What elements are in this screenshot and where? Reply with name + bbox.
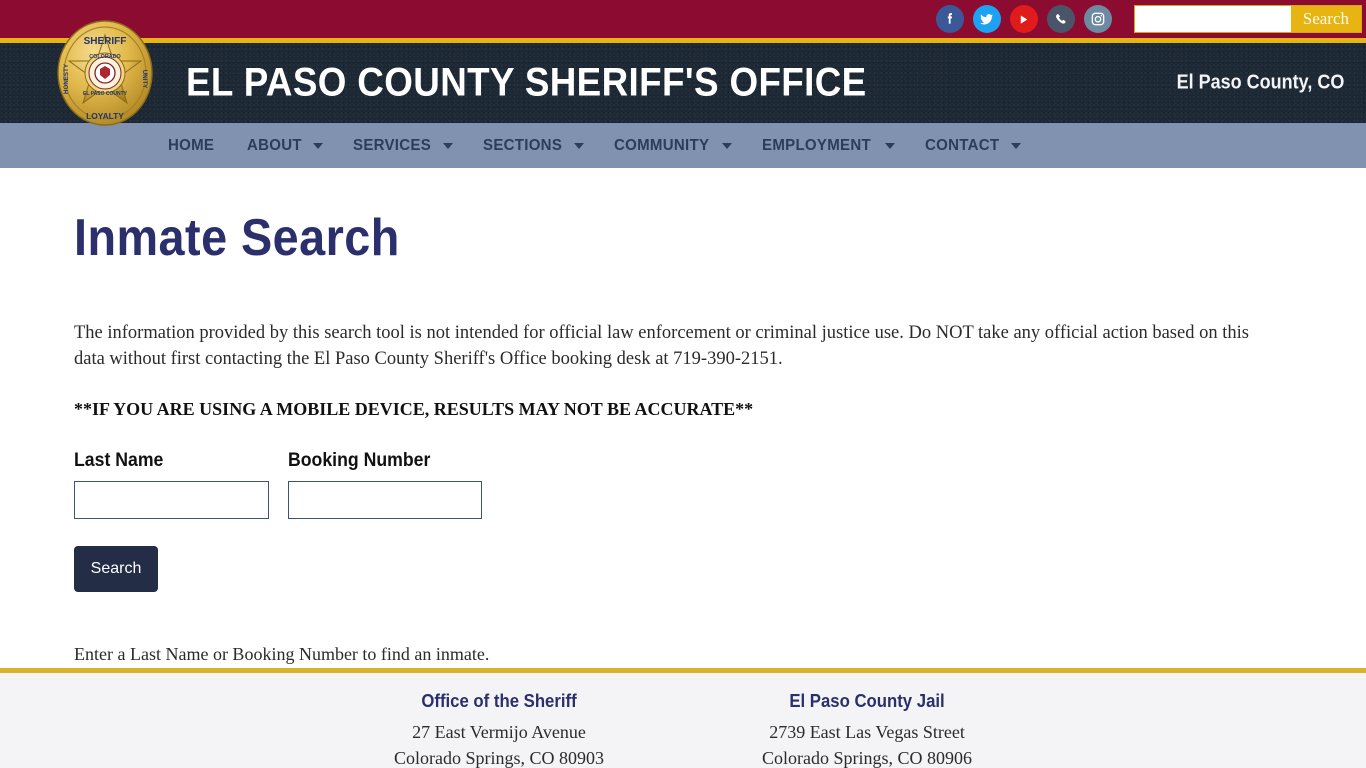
instagram-icon[interactable]: [1083, 5, 1112, 33]
chevron-down-icon: [573, 142, 584, 149]
badge-county-text: EL PASO COUNTY: [83, 91, 128, 97]
nav-label: SERVICES: [352, 136, 431, 154]
nav-label: ABOUT: [247, 136, 303, 154]
site-footer: Office of the Sheriff 27 East Vermijo Av…: [0, 673, 1366, 768]
site-search-input[interactable]: [1134, 6, 1291, 32]
phone-glyph: [1055, 14, 1066, 24]
nav-item-home[interactable]: HOME: [168, 137, 217, 155]
chevron-down-icon: [1011, 142, 1022, 149]
facebook-glyph: [947, 13, 952, 24]
badge-sheriff-text: SHERIFF: [84, 36, 127, 47]
nav-label: EMPLOYMENT: [762, 136, 872, 154]
site-search: Search: [1133, 5, 1362, 33]
instagram-glyph: [1091, 12, 1105, 26]
nav-item-contact[interactable]: CONTACT: [925, 136, 1022, 155]
nav-label: COMMUNITY: [613, 136, 710, 154]
footer-column-county-jail: El Paso County Jail 2739 East Las Vegas …: [762, 691, 972, 768]
footer-address-line: Colorado Springs, CO 80906: [762, 748, 973, 768]
footer-address-line: 2739 East Las Vegas Street: [769, 722, 965, 742]
search-hint-text: Enter a Last Name or Booking Number to f…: [74, 643, 490, 664]
play-triangle-glyph: [1021, 14, 1028, 24]
nav-item-services[interactable]: SERVICES: [353, 137, 453, 155]
footer-heading: El Paso County Jail: [789, 691, 945, 711]
booking-number-label: Booking Number: [288, 449, 431, 471]
booking-number-group: Booking Number: [288, 450, 482, 519]
search-submit-button[interactable]: Search: [74, 545, 158, 592]
county-label: El Paso County, CO: [1176, 71, 1344, 94]
youtube-icon[interactable]: [1009, 5, 1038, 33]
footer-address-line: Colorado Springs, CO 80903: [393, 748, 604, 768]
chevron-down-icon: [442, 142, 453, 149]
last-name-input[interactable]: [74, 480, 269, 519]
mobile-device-warning: **IF YOU ARE USING A MOBILE DEVICE, RESU…: [74, 398, 754, 419]
primary-navigation: HOME ABOUT SERVICES SECTIONS COMMUNITY E…: [0, 123, 1366, 168]
page-title: Inmate Search: [74, 209, 400, 267]
site-title: EL PASO COUNTY SHERIFF'S OFFICE: [186, 60, 867, 105]
nav-label: SECTIONS: [482, 136, 562, 154]
nav-item-sections[interactable]: SECTIONS: [483, 137, 584, 155]
social-links: [935, 5, 1112, 33]
footer-address-line: 27 East Vermijo Avenue: [412, 722, 586, 742]
nav-item-community[interactable]: COMMUNITY: [613, 136, 733, 155]
top-utility-bar: Search: [0, 0, 1366, 38]
nav-item-employment[interactable]: EMPLOYMENT: [762, 136, 896, 155]
last-name-group: Last Name: [74, 450, 269, 519]
nav-label: CONTACT: [925, 136, 1000, 154]
nav-label: HOME: [168, 136, 215, 154]
badge-unity-text: UNITY: [141, 70, 148, 89]
phone-icon[interactable]: [1046, 5, 1075, 33]
twitter-glyph: [980, 13, 994, 24]
booking-number-input[interactable]: [288, 480, 482, 519]
main-content: Inmate Search The information provided b…: [0, 168, 1366, 668]
badge-loyalty-text: LOYALTY: [86, 111, 124, 121]
footer-column-sheriff-office: Office of the Sheriff 27 East Vermijo Av…: [394, 691, 604, 768]
nav-item-about[interactable]: ABOUT: [247, 136, 323, 155]
last-name-label: Last Name: [74, 449, 164, 471]
disclaimer-text: The information provided by this search …: [74, 323, 1249, 370]
chevron-down-icon: [885, 142, 896, 149]
badge-honesty-text: HONESTY: [63, 63, 70, 94]
footer-heading: Office of the Sheriff: [421, 691, 577, 711]
chevron-down-icon: [722, 142, 733, 149]
site-search-button[interactable]: Search: [1290, 6, 1361, 32]
masthead: SHERIFF COLORADO EL PASO COUNTY HONESTY …: [0, 20, 1366, 126]
badge-colorado-text: COLORADO: [89, 54, 120, 60]
facebook-icon[interactable]: [935, 5, 964, 33]
twitter-icon[interactable]: [972, 5, 1001, 33]
sheriff-badge-logo[interactable]: SHERIFF COLORADO EL PASO COUNTY HONESTY …: [55, 19, 155, 127]
inmate-search-form: Last Name Booking Number: [74, 450, 1292, 519]
chevron-down-icon: [312, 142, 323, 149]
